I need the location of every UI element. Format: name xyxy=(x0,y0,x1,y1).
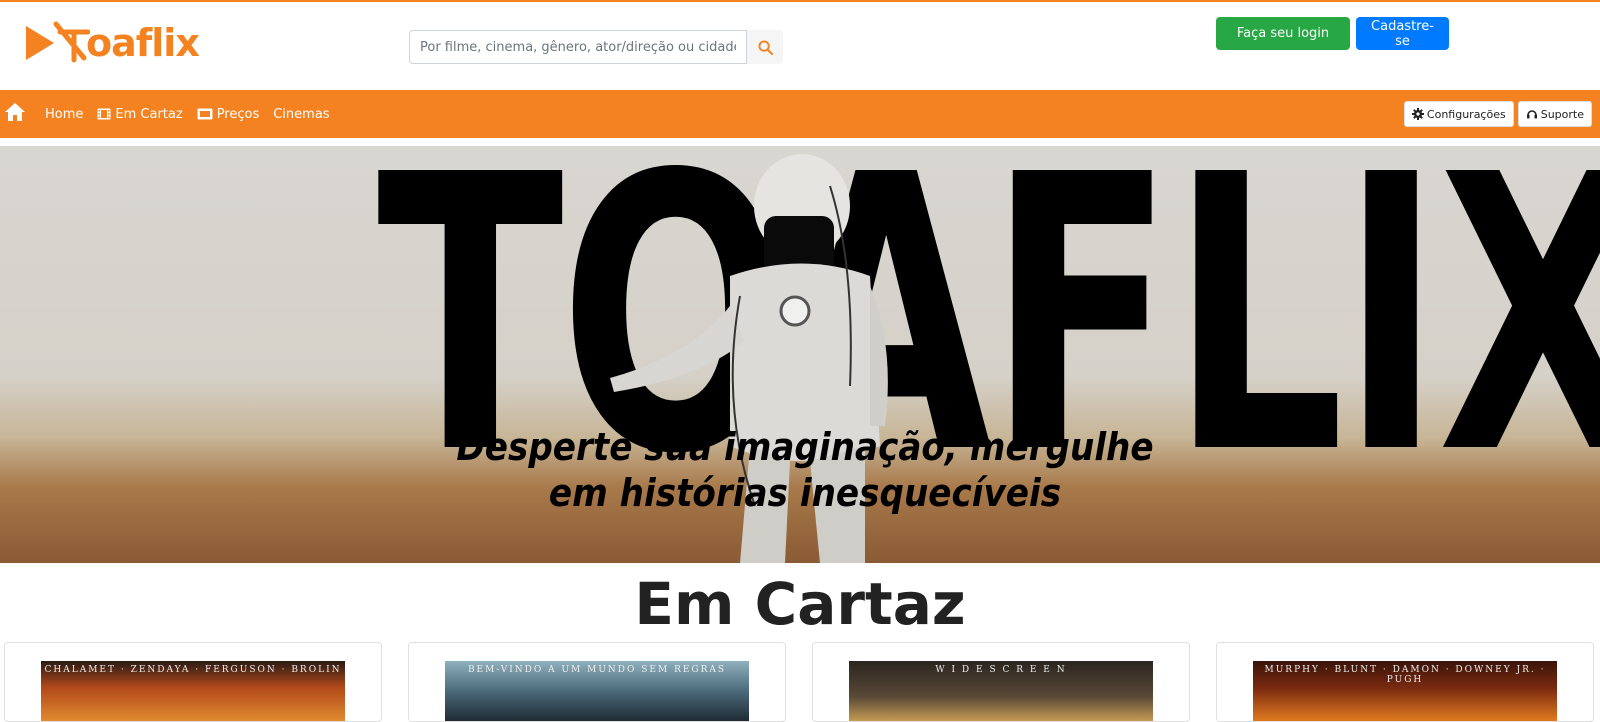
signup-button[interactable]: Cadastre-se xyxy=(1356,17,1449,50)
auth-buttons: Faça seu login Cadastre-se xyxy=(1216,17,1449,50)
movie-card[interactable]: CHALAMET · ZENDAYA · FERGUSON · BROLIN xyxy=(4,642,382,722)
settings-label: Configurações xyxy=(1426,107,1506,121)
gear-icon xyxy=(1411,108,1424,120)
movie-poster[interactable]: BEM-VINDO A UM MUNDO SEM REGRAS xyxy=(445,661,749,721)
movie-poster[interactable]: CHALAMET · ZENDAYA · FERGUSON · BROLIN xyxy=(41,661,345,721)
search-icon xyxy=(757,39,773,55)
movie-poster[interactable]: MURPHY · BLUNT · DAMON · DOWNEY JR. · PU… xyxy=(1253,661,1557,721)
nav-item-label: Em Cartaz xyxy=(115,106,183,122)
search-button[interactable] xyxy=(747,30,783,64)
movie-card[interactable]: W I D E S C R E E N xyxy=(812,642,1190,722)
nav-right-actions: Configurações Suporte xyxy=(1403,101,1592,127)
poster-format: W I D E S C R E E N xyxy=(935,665,1067,675)
poster-credits: CHALAMET · ZENDAYA · FERGUSON · BROLIN xyxy=(44,665,342,675)
top-header: oaflix Faça seu login Cadastre-se xyxy=(0,2,1600,90)
hero-banner: TOAFLIX Desperte sua imaginação, mergulh… xyxy=(0,146,1600,563)
nav-item-em-cartaz[interactable]: Em Cartaz xyxy=(97,106,183,122)
hero-tagline: Desperte sua imaginação, mergulhe em his… xyxy=(456,425,1154,515)
main-navbar: Home Em Cartaz Preços Cinemas Configuraç… xyxy=(0,90,1600,138)
play-logo-icon xyxy=(26,21,90,63)
movie-card[interactable]: BEM-VINDO A UM MUNDO SEM REGRAS xyxy=(408,642,786,722)
settings-button[interactable]: Configurações xyxy=(1403,101,1514,127)
nav-item-label: Cinemas xyxy=(273,106,330,122)
search-input[interactable] xyxy=(409,30,747,64)
brand-name: oaflix xyxy=(86,21,200,65)
nav-item-home[interactable]: Home xyxy=(45,107,83,122)
support-label: Suporte xyxy=(1540,107,1584,121)
headset-icon xyxy=(1526,110,1537,119)
poster-credits: MURPHY · BLUNT · DAMON · DOWNEY JR. · PU… xyxy=(1264,665,1546,685)
ticket-icon xyxy=(197,108,213,120)
film-icon xyxy=(97,108,111,120)
section-title: Em Cartaz xyxy=(634,570,966,638)
nav-item-precos[interactable]: Preços xyxy=(197,106,260,122)
nav-item-label: Preços xyxy=(216,106,260,122)
poster-tagline: BEM-VINDO A UM MUNDO SEM REGRAS xyxy=(467,665,727,675)
nav-item-cinemas[interactable]: Cinemas xyxy=(273,107,329,122)
movie-poster[interactable]: W I D E S C R E E N xyxy=(849,661,1153,721)
login-button[interactable]: Faça seu login xyxy=(1216,17,1350,50)
nav-links: Home Em Cartaz Preços Cinemas xyxy=(45,90,330,138)
brand-logo[interactable]: oaflix xyxy=(24,20,200,66)
home-nav-button[interactable] xyxy=(4,102,26,126)
support-button[interactable]: Suporte xyxy=(1517,101,1592,127)
nav-item-label: Home xyxy=(45,106,84,122)
home-icon xyxy=(5,103,25,121)
movie-card[interactable]: MURPHY · BLUNT · DAMON · DOWNEY JR. · PU… xyxy=(1216,642,1594,722)
search-bar xyxy=(409,30,783,64)
